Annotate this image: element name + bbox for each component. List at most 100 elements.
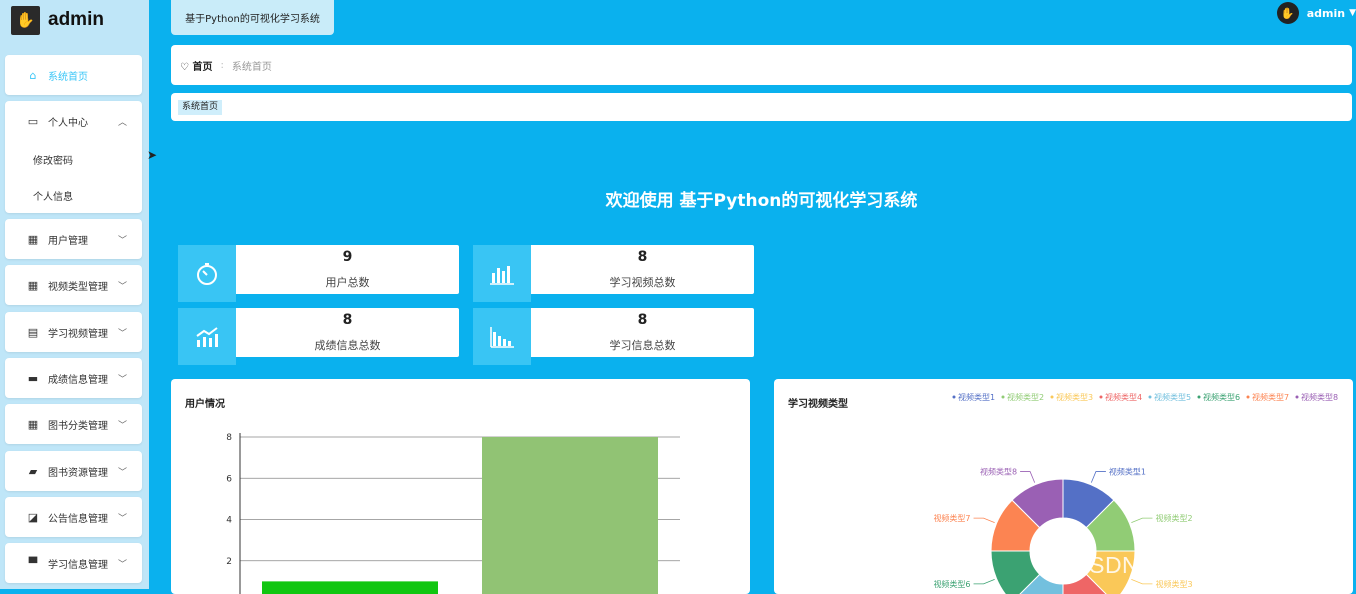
- tags-bar: 系统首页: [171, 93, 1352, 121]
- chart-icon: ◪: [27, 510, 39, 524]
- monitor-icon: ▀: [28, 556, 38, 570]
- watermark: CSDN @QQ860234001: [1072, 552, 1327, 578]
- stat-card-videos: 8 学习视频总数: [473, 245, 754, 302]
- sidebar-item-label: 个人中心: [48, 117, 88, 129]
- legend-marker: [1001, 395, 1005, 399]
- stat-label: 成绩信息总数: [314, 339, 381, 352]
- stat-value: 8: [342, 312, 353, 328]
- pie-label: 视频类型8: [980, 467, 1017, 477]
- sidebar-item-label: 公告信息管理: [48, 513, 108, 525]
- legend-item: 视频类型4: [1105, 392, 1142, 402]
- sidebar-item-notice-mgmt[interactable]: ◪ 公告信息管理 ﹀: [5, 497, 142, 537]
- welcome-heading: 欢迎使用 基于Python的可视化学习系统: [605, 191, 918, 211]
- stat-value: 8: [637, 249, 648, 265]
- sidebar-item-score-mgmt[interactable]: ▬ 成绩信息管理 ﹀: [5, 358, 142, 398]
- stat-label: 学习视频总数: [609, 276, 676, 289]
- brand-name: admin: [48, 9, 104, 30]
- chevron-down-icon: ﹀: [117, 420, 127, 431]
- sidebar-item-label: 学习信息管理: [48, 559, 108, 571]
- sidebar-item-label: 用户管理: [48, 235, 88, 247]
- stat-value: 9: [342, 249, 353, 265]
- legend-item: 视频类型5: [1154, 392, 1191, 402]
- breadcrumb-home-label[interactable]: 首页: [192, 62, 212, 73]
- bar-chart-icon: [473, 245, 531, 302]
- briefcase-icon: ▬: [27, 371, 39, 385]
- stat-card-study: 8 学习信息总数: [473, 308, 754, 365]
- home-icon: ⌂: [29, 68, 37, 82]
- sidebar-item-book-category-mgmt[interactable]: ▦ 图书分类管理 ﹀: [5, 404, 142, 444]
- sidebar-item-video-type-mgmt[interactable]: ▦ 视频类型管理 ﹀: [5, 265, 142, 305]
- sidebar-item-video-mgmt[interactable]: ▤ 学习视频管理 ﹀: [5, 312, 142, 352]
- timer-icon: [178, 245, 236, 302]
- stat-label: 学习信息总数: [609, 339, 676, 352]
- sidebar-subitem-change-password[interactable]: 修改密码: [5, 144, 142, 174]
- pie-label-line: [1131, 517, 1153, 524]
- hand-logo-icon: ✋: [11, 5, 40, 35]
- sidebar: ✋ admin ⌂ 系统首页 ▭ 个人中心 ︿ 修改密码 个人信息 ▦ 用户管理…: [0, 0, 149, 589]
- sidebar-item-study-mgmt[interactable]: ▀ 学习信息管理 ﹀: [5, 543, 142, 583]
- breadcrumb-home[interactable]: ♡ 首页: [180, 58, 212, 73]
- pie-label: 视频类型3: [1155, 579, 1192, 589]
- y-tick-label: 8: [226, 433, 232, 443]
- chevron-down-icon: ﹀: [117, 281, 127, 292]
- legend-item: 视频类型8: [1301, 392, 1338, 402]
- sidebar-item-book-resource-mgmt[interactable]: ▰ 图书资源管理 ﹀: [5, 451, 142, 491]
- chevron-down-icon: ﹀: [117, 513, 127, 524]
- trend-icon: [178, 308, 236, 365]
- breadcrumb-current: 系统首页: [231, 61, 272, 73]
- chevron-down-icon: ﹀: [117, 559, 127, 570]
- legend-marker: [1099, 395, 1103, 399]
- chevron-down-icon: ﹀: [117, 374, 127, 385]
- chevron-down-icon: ﹀: [117, 235, 127, 246]
- stat-label: 用户总数: [325, 276, 370, 289]
- system-title: 基于Python的可视化学习系统: [185, 14, 320, 25]
- caret-down-icon[interactable]: ▼: [1349, 8, 1356, 18]
- pie-label: 视频类型6: [933, 579, 970, 589]
- sidebar-item-personal-center[interactable]: ▭ 个人中心 ︿: [5, 101, 142, 141]
- sidebar-subitem-personal-info[interactable]: 个人信息: [5, 180, 142, 210]
- breadcrumb: ♡ 首页 : 系统首页: [171, 45, 1352, 85]
- pie-label-line: [973, 517, 995, 524]
- grid-icon: ▦: [27, 417, 39, 431]
- breadcrumb-separator: :: [220, 59, 224, 71]
- legend-marker: [1246, 395, 1250, 399]
- avatar[interactable]: ✋: [1276, 2, 1299, 24]
- grid-icon: ▦: [27, 278, 39, 292]
- y-tick-label: 2: [226, 557, 232, 567]
- sidebar-item-label: 图书分类管理: [48, 420, 108, 432]
- brand: ✋ admin: [11, 5, 104, 35]
- chevron-down-icon: ﹀: [117, 467, 127, 478]
- legend-item: 视频类型6: [1203, 392, 1240, 402]
- chevron-down-icon: ﹀: [117, 328, 127, 339]
- sidebar-subitem-label: 个人信息: [33, 191, 73, 203]
- user-name[interactable]: admin: [1307, 7, 1345, 20]
- sidebar-item-home[interactable]: ⌂ 系统首页: [5, 55, 142, 95]
- column-chart-icon: [473, 308, 531, 365]
- pie-label: 视频类型1: [1109, 467, 1146, 477]
- legend-item: 视频类型7: [1252, 392, 1289, 402]
- sidebar-item-label: 系统首页: [48, 71, 88, 83]
- user-menu[interactable]: ✋ admin ▼: [1276, 2, 1356, 24]
- pie-label-line: [1090, 471, 1106, 483]
- stat-card-scores: 8 成绩信息总数: [178, 308, 459, 365]
- legend-item: 视频类型1: [958, 392, 995, 402]
- legend-marker: [952, 395, 956, 399]
- pie-label: 视频类型2: [1155, 513, 1192, 523]
- sidebar-item-label: 成绩信息管理: [48, 374, 108, 386]
- legend-marker: [1197, 395, 1201, 399]
- legend-marker: [1050, 395, 1054, 399]
- sidebar-subitem-label: 修改密码: [33, 155, 73, 167]
- chevron-up-icon: ︿: [117, 117, 127, 128]
- sidebar-item-label: 图书资源管理: [48, 467, 108, 479]
- grid-icon: ▦: [27, 232, 39, 246]
- pie-label-line: [1020, 471, 1036, 483]
- pie-label-line: [973, 578, 995, 585]
- tag-home[interactable]: 系统首页: [178, 100, 223, 115]
- user-chart-panel: 用户情况 2468: [171, 379, 750, 594]
- y-tick-label: 6: [226, 474, 232, 484]
- sidebar-item-user-mgmt[interactable]: ▦ 用户管理 ﹀: [5, 219, 142, 259]
- pie-label-line: [1131, 578, 1153, 585]
- y-tick-label: 4: [226, 516, 232, 526]
- sidebar-item-label: 视频类型管理: [48, 281, 108, 293]
- bar: [482, 437, 658, 594]
